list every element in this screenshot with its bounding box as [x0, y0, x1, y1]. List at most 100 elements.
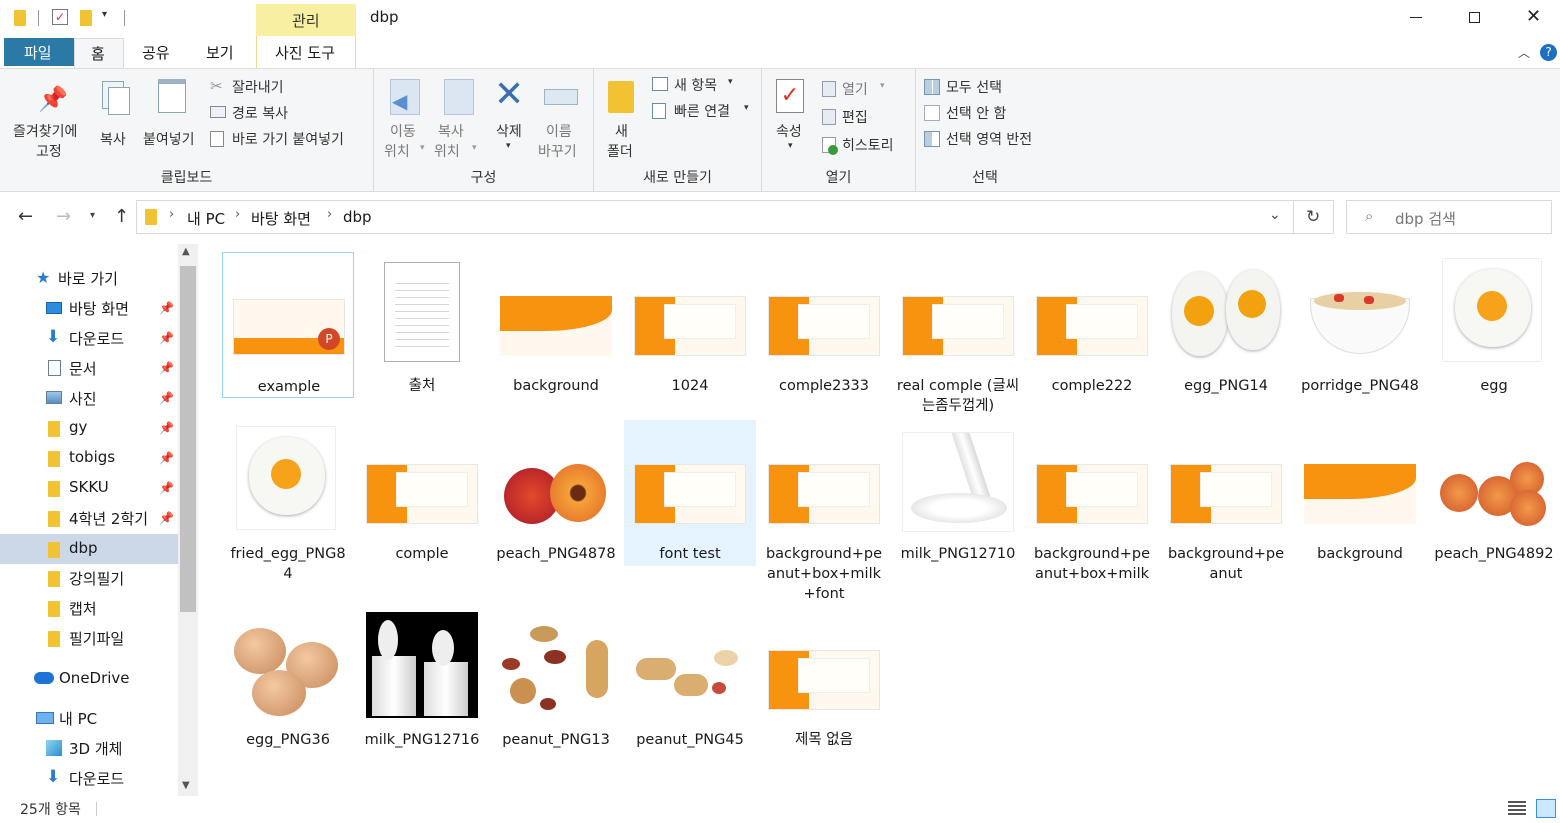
context-tab-label: 관리: [292, 12, 320, 30]
file-tile[interactable]: egg_PNG36: [222, 606, 354, 756]
file-tile[interactable]: peach_PNG4892: [1428, 420, 1560, 580]
file-tile[interactable]: background+peanut+box+milk+font: [758, 420, 890, 602]
tab-picture-tools[interactable]: 사진 도구: [256, 36, 356, 68]
paste-button[interactable]: 붙여넣기: [142, 77, 204, 157]
cut-button[interactable]: ✂ 잘라내기: [210, 77, 330, 99]
back-arrow-icon[interactable]: ←: [18, 206, 33, 227]
address-box[interactable]: › 내 PC › 바탕 화면 › dbp ⌄: [136, 200, 1294, 234]
file-tile[interactable]: egg_PNG14: [1160, 252, 1292, 412]
cloud-icon: [34, 672, 54, 684]
tab-share[interactable]: 공유: [142, 42, 170, 63]
scroll-up-icon[interactable]: ▲: [182, 246, 190, 257]
file-tile[interactable]: background: [1294, 420, 1426, 580]
copy-to-button[interactable]: 복사 위치 ▾: [434, 77, 484, 161]
address-history-chevron-icon[interactable]: ⌄: [1269, 207, 1281, 223]
file-tile[interactable]: peanut_PNG13: [490, 606, 622, 756]
recent-locations-chevron-icon[interactable]: ▾: [90, 210, 95, 221]
file-tile[interactable]: real comple (글씨는좀두껍게): [892, 252, 1024, 414]
collapse-ribbon-icon[interactable]: ︿: [1518, 44, 1530, 61]
search-box[interactable]: ⌕ dbp 검색: [1346, 200, 1552, 234]
properties-quick-icon[interactable]: ✓: [52, 9, 68, 25]
easy-access-button[interactable]: 빠른 연결 ▾: [650, 101, 760, 123]
breadcrumb-this-pc[interactable]: 내 PC: [187, 208, 225, 229]
new-folder-button[interactable]: 새 폴더: [602, 77, 642, 161]
tab-file[interactable]: 파일: [4, 38, 74, 66]
nav-quick-access[interactable]: ★ 바로 가기: [0, 263, 178, 293]
file-tile[interactable]: peach_PNG4878: [490, 420, 622, 580]
invert-selection-button[interactable]: 선택 영역 반전: [922, 129, 1052, 151]
nav-this-pc[interactable]: 내 PC: [0, 703, 178, 733]
file-tile[interactable]: 출처: [356, 252, 488, 412]
nav-desktop[interactable]: 바탕 화면 📌: [0, 293, 178, 323]
scroll-thumb[interactable]: [180, 266, 196, 612]
select-all-icon: [924, 79, 940, 95]
file-tile[interactable]: egg: [1428, 252, 1560, 412]
file-tile[interactable]: milk_PNG12710: [892, 420, 1024, 580]
nav-pc-downloads[interactable]: ⬇ 다운로드: [0, 763, 178, 793]
close-icon[interactable]: ✕: [1526, 6, 1541, 27]
nav-folder-lecture-notes[interactable]: 강의필기: [0, 563, 178, 593]
file-tile[interactable]: font test: [624, 420, 756, 566]
nav-scrollbar[interactable]: ▲ ▼: [178, 244, 198, 796]
context-tab-manage[interactable]: 관리: [256, 4, 356, 36]
refresh-button[interactable]: ↻: [1294, 200, 1334, 234]
file-tile[interactable]: comple: [356, 420, 488, 580]
customize-quick-access-icon[interactable]: ▾: [102, 9, 107, 20]
copy-path-button[interactable]: 경로 복사: [210, 103, 330, 125]
nav-documents[interactable]: 문서 📌: [0, 353, 178, 383]
details-view-icon[interactable]: [1508, 801, 1526, 816]
nav-folder-dbp[interactable]: dbp: [0, 534, 178, 564]
tab-home[interactable]: 홈: [74, 38, 124, 69]
pin-to-quick-access-button[interactable]: 📌 즐겨찾기에 고정: [8, 77, 92, 163]
help-icon[interactable]: ?: [1540, 44, 1557, 61]
file-tile[interactable]: background: [490, 252, 622, 412]
file-tile[interactable]: fried_egg_PNG84: [222, 420, 354, 582]
copy-button[interactable]: 복사: [96, 77, 136, 157]
file-tile[interactable]: 제목 없음: [758, 606, 890, 756]
large-icons-view-icon[interactable]: [1536, 799, 1556, 818]
file-tile[interactable]: background+peanut: [1160, 420, 1292, 582]
file-tile[interactable]: milk_PNG12716: [356, 606, 488, 756]
new-folder-quick-icon[interactable]: [80, 10, 92, 26]
breadcrumb-desktop[interactable]: 바탕 화면: [251, 208, 311, 229]
nav-folder-tobigs[interactable]: tobigs 📌: [0, 443, 178, 473]
file-tile[interactable]: background+peanut+box+milk: [1026, 420, 1158, 582]
open-button[interactable]: 열기 ▾: [820, 79, 900, 101]
forward-arrow-icon[interactable]: →: [56, 206, 71, 227]
select-all-button[interactable]: 모두 선택: [922, 77, 1048, 99]
maximize-icon[interactable]: [1469, 12, 1480, 23]
nav-3d-objects[interactable]: 3D 개체: [0, 733, 178, 763]
file-tile[interactable]: Pexample: [222, 252, 354, 398]
nav-folder-gy[interactable]: gy 📌: [0, 413, 178, 443]
file-tile[interactable]: comple2333: [758, 252, 890, 412]
minimize-icon[interactable]: [1410, 17, 1422, 18]
breadcrumb-dbp[interactable]: dbp: [343, 208, 372, 226]
rename-icon: [544, 89, 578, 105]
nav-pictures[interactable]: 사진 📌: [0, 383, 178, 413]
file-tile[interactable]: comple222: [1026, 252, 1158, 412]
properties-button[interactable]: ✓ 속성 ▾: [768, 77, 812, 161]
file-tile[interactable]: 1024: [624, 252, 756, 412]
rename-label-2: 바꾸기: [538, 144, 577, 160]
paste-shortcut-button[interactable]: 바로 가기 붙여넣기: [210, 129, 370, 151]
nav-onedrive[interactable]: OneDrive: [0, 664, 178, 694]
rename-button[interactable]: 이름 바꾸기: [538, 77, 588, 161]
breadcrumb-separator-icon: ›: [327, 207, 333, 222]
nav-folder-4th-grade[interactable]: 4학년 2학기 📌: [0, 503, 178, 533]
file-name: egg: [1480, 378, 1508, 394]
nav-folder-note-files[interactable]: 필기파일: [0, 623, 178, 653]
select-none-button[interactable]: 선택 안 함: [922, 103, 1048, 125]
nav-downloads[interactable]: ⬇ 다운로드 📌: [0, 323, 178, 353]
file-tile[interactable]: peanut_PNG45: [624, 606, 756, 756]
file-tile[interactable]: porridge_PNG48: [1294, 252, 1426, 412]
edit-button[interactable]: 편집: [820, 107, 900, 129]
move-to-button[interactable]: ◀ 이동 위치 ▾: [380, 77, 430, 161]
up-arrow-icon[interactable]: ↑: [114, 206, 129, 227]
scroll-down-icon[interactable]: ▼: [182, 780, 190, 791]
history-button[interactable]: 히스토리: [820, 135, 910, 157]
new-item-button[interactable]: 새 항목 ▾: [650, 75, 750, 97]
tab-view[interactable]: 보기: [206, 42, 234, 63]
nav-folder-capture[interactable]: 캡처: [0, 593, 178, 623]
delete-button[interactable]: ✕ 삭제 ▾: [488, 75, 532, 161]
nav-folder-skku[interactable]: SKKU 📌: [0, 473, 178, 503]
